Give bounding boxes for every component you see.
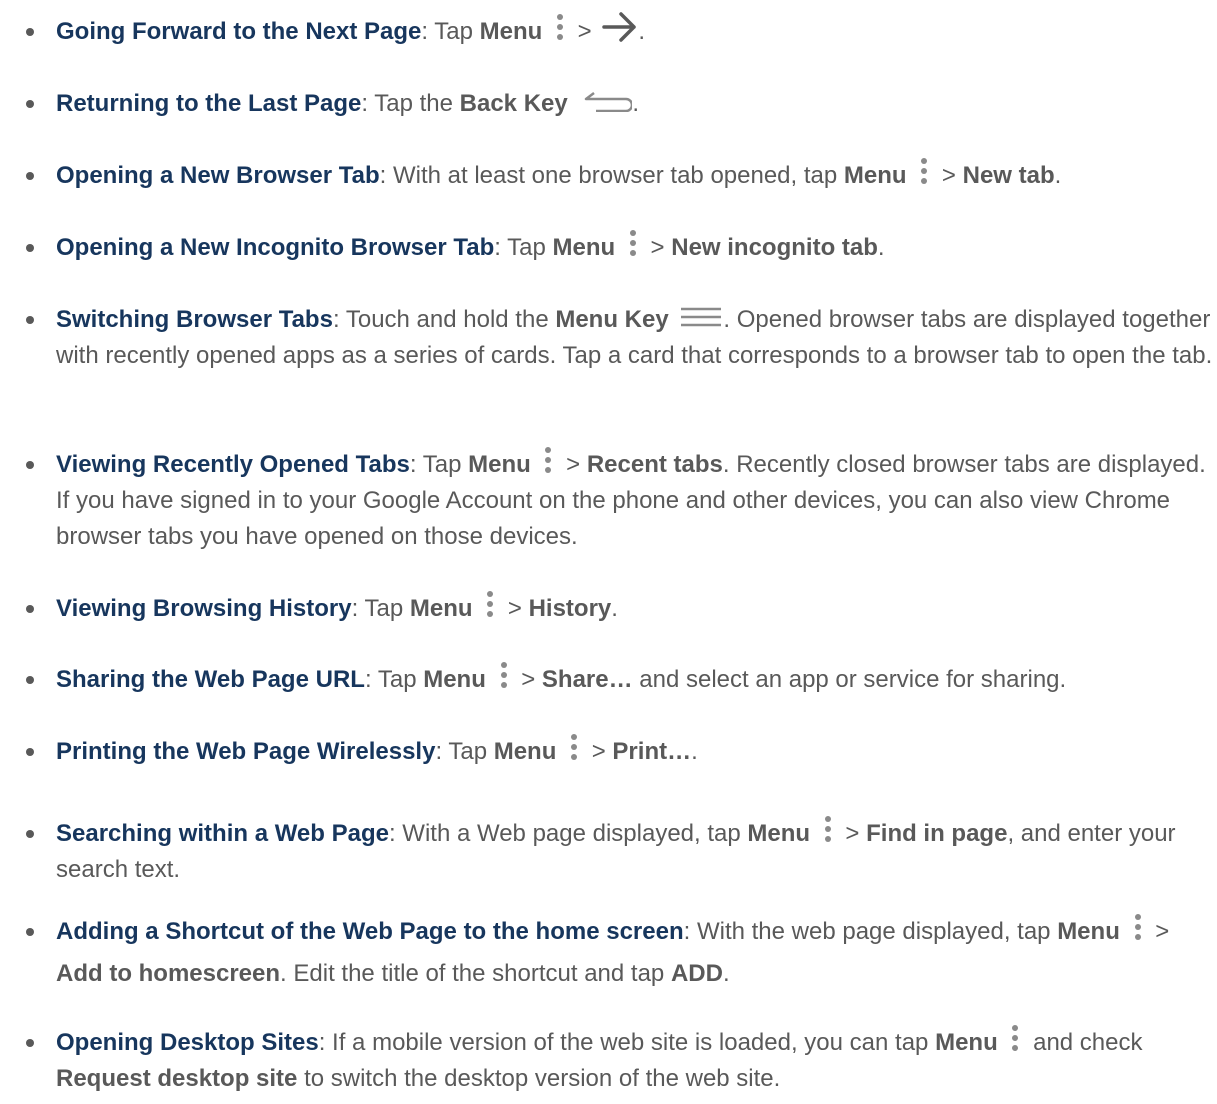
back-key-icon	[585, 91, 633, 112]
bullet	[26, 1039, 34, 1047]
back-key-label: Back Key	[459, 90, 568, 117]
bullet	[26, 244, 34, 252]
menu-label: Menu	[552, 234, 616, 261]
item-title: Adding a Shortcut of the Web Page to the…	[56, 918, 684, 945]
bullet	[26, 172, 34, 180]
vertical-dots-menu-icon	[569, 730, 579, 764]
menu-label: Menu	[747, 820, 811, 847]
menu-label: Menu	[409, 595, 473, 622]
list-item-text: Opening a New Browser Tab: With at least…	[56, 157, 1216, 194]
item-title: Opening a New Browser Tab	[56, 162, 380, 189]
list-item-text: Opening Desktop Sites: If a mobile versi…	[56, 1024, 1216, 1097]
menu-key-label: Menu Key	[555, 306, 669, 333]
menu-key-icon	[681, 307, 722, 326]
bullet	[26, 676, 34, 684]
menu-label: Menu	[468, 451, 531, 478]
item-title: Switching Browser Tabs	[56, 306, 333, 333]
vertical-dots-menu-icon	[1133, 910, 1143, 944]
menu-label: Menu	[479, 18, 543, 45]
vertical-dots-menu-icon	[499, 658, 509, 692]
vertical-dots-menu-icon	[555, 10, 565, 44]
item-title: Returning to the Last Page	[56, 90, 362, 117]
list-item-text: Printing the Web Page Wirelessly: Tap Me…	[56, 733, 1216, 770]
forward-arrow-icon	[602, 11, 637, 42]
menu-label: Menu	[1057, 918, 1120, 945]
item-title: Printing the Web Page Wirelessly	[56, 738, 436, 765]
bullet	[26, 316, 34, 324]
list-item-text: Going Forward to the Next Page: Tap Menu…	[56, 11, 1216, 50]
item-title: Opening Desktop Sites	[56, 1029, 319, 1056]
bullet	[26, 605, 34, 613]
list-item-text: Adding a Shortcut of the Web Page to the…	[56, 911, 1216, 995]
bullet	[26, 928, 34, 936]
menu-label: Menu	[493, 738, 557, 765]
menu-label: Menu	[935, 1029, 998, 1056]
vertical-dots-menu-icon	[628, 226, 638, 260]
bullet	[26, 830, 34, 838]
item-title: Searching within a Web Page	[56, 820, 389, 847]
bullet	[26, 748, 34, 756]
item-title: Viewing Browsing History	[56, 595, 352, 622]
list-item-text: Searching within a Web Page: With a Web …	[56, 815, 1216, 888]
list-item-text: Returning to the Last Page: Tap the Back…	[56, 90, 640, 117]
vertical-dots-menu-icon	[919, 154, 929, 188]
bullet	[26, 28, 34, 36]
item-title: Going Forward to the Next Page	[56, 18, 422, 45]
list-item-text: Switching Browser Tabs: Touch and hold t…	[56, 306, 1213, 369]
item-title: Opening a New Incognito Browser Tab	[56, 234, 495, 261]
list-item-text: Viewing Browsing History: Tap Menu > His…	[56, 590, 1216, 627]
menu-label: Menu	[423, 666, 486, 693]
list-item-text: Opening a New Incognito Browser Tab: Tap…	[56, 229, 1216, 266]
vertical-dots-menu-icon	[823, 812, 833, 846]
list-item-text: Sharing the Web Page URL: Tap Menu > Sha…	[56, 661, 1216, 698]
vertical-dots-menu-icon	[1010, 1021, 1020, 1055]
bullet	[26, 461, 34, 469]
bullet	[26, 100, 34, 108]
item-title: Viewing Recently Opened Tabs	[56, 451, 410, 478]
list-item-text: Viewing Recently Opened Tabs: Tap Menu >…	[56, 446, 1216, 555]
menu-label: Menu	[843, 162, 907, 189]
vertical-dots-menu-icon	[543, 443, 553, 477]
item-title: Sharing the Web Page URL	[56, 666, 365, 693]
vertical-dots-menu-icon	[485, 587, 495, 621]
